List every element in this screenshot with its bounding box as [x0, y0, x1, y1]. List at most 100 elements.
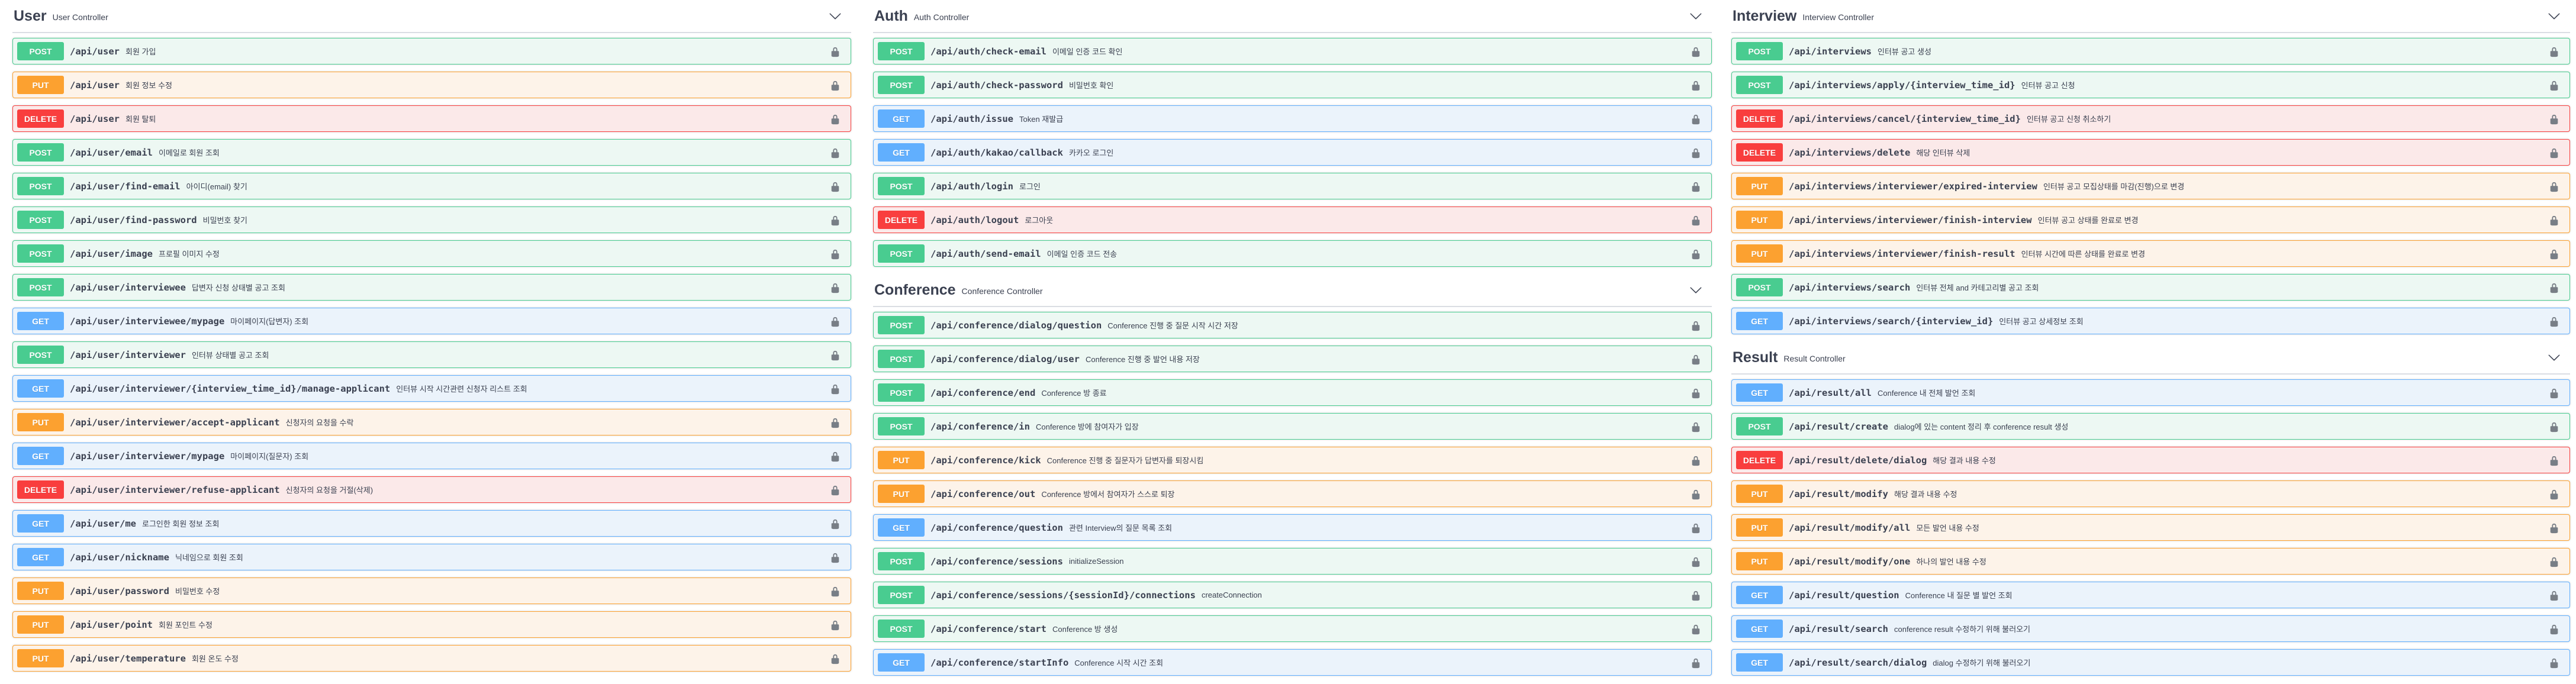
method-badge[interactable]: PUT: [17, 615, 64, 634]
method-badge[interactable]: POST: [878, 586, 925, 604]
endpoint-row-put[interactable]: PUT/api/interviews/interviewer/expired-i…: [1731, 173, 2570, 199]
endpoint-path[interactable]: /api/user: [70, 114, 120, 124]
method-badge[interactable]: POST: [17, 42, 64, 60]
method-badge[interactable]: POST: [878, 76, 925, 94]
endpoint-row-post[interactable]: POST/api/interviews/apply/{interview_tim…: [1731, 72, 2570, 98]
lock-icon[interactable]: [1690, 556, 1701, 568]
endpoint-row-post[interactable]: POST/api/conference/dialog/question Confe…: [873, 312, 1712, 338]
endpoint-row-put[interactable]: PUT/api/user/point 회원 포인트 수정: [12, 611, 851, 638]
lock-icon[interactable]: [2549, 147, 2559, 159]
endpoint-path[interactable]: /api/result/question: [1789, 590, 1899, 601]
lock-icon[interactable]: [2549, 181, 2559, 193]
chevron-down-icon[interactable]: [829, 9, 842, 22]
lock-icon[interactable]: [1690, 181, 1701, 193]
method-badge[interactable]: PUT: [1736, 177, 1783, 195]
endpoint-path[interactable]: /api/result/create: [1789, 421, 1888, 432]
endpoint-path[interactable]: /api/interviews/search: [1789, 282, 1910, 293]
endpoint-path[interactable]: /api/result/modify/one: [1789, 556, 1910, 567]
endpoint-row-post[interactable]: POST/api/conference/dialog/user Conferenc…: [873, 346, 1712, 372]
endpoint-path[interactable]: /api/conference/end: [930, 388, 1035, 398]
section-header-result[interactable]: Result Result Controller: [1731, 341, 2570, 375]
endpoint-row-post[interactable]: POST/api/user/find-password 비밀번호 찾기: [12, 207, 851, 233]
endpoint-path[interactable]: /api/conference/sessions/{sessionId}/con…: [930, 590, 1196, 601]
lock-icon[interactable]: [1690, 114, 1701, 125]
lock-icon[interactable]: [1690, 421, 1701, 433]
endpoint-path[interactable]: /api/user/image: [70, 249, 153, 259]
section-header-conference[interactable]: Conference Conference Controller: [873, 274, 1712, 307]
method-badge[interactable]: POST: [1736, 417, 1783, 435]
lock-icon[interactable]: [2549, 114, 2559, 125]
endpoint-path[interactable]: /api/user/interviewer/refuse-applicant: [70, 485, 280, 495]
lock-icon[interactable]: [2549, 455, 2559, 467]
endpoint-row-post[interactable]: POST/api/conference/sessions initializeSe…: [873, 548, 1712, 575]
endpoint-path[interactable]: /api/conference/out: [930, 489, 1035, 499]
endpoint-row-delete[interactable]: DELETE/api/user 회원 탈퇴: [12, 105, 851, 132]
method-badge[interactable]: PUT: [1736, 244, 1783, 263]
method-badge[interactable]: PUT: [17, 582, 64, 600]
lock-icon[interactable]: [830, 552, 841, 564]
endpoint-path[interactable]: /api/auth/issue: [930, 114, 1013, 124]
endpoint-path[interactable]: /api/conference/sessions: [930, 556, 1063, 567]
endpoint-row-get[interactable]: GET/api/conference/startInfo Conference 시…: [873, 649, 1712, 676]
lock-icon[interactable]: [1690, 80, 1701, 92]
method-badge[interactable]: PUT: [878, 451, 925, 469]
endpoint-row-put[interactable]: PUT/api/result/modify 해당 결과 내용 수정: [1731, 480, 2570, 507]
endpoint-row-post[interactable]: POST/api/user/image 프로필 이미지 수정: [12, 240, 851, 267]
method-badge[interactable]: POST: [878, 244, 925, 263]
method-badge[interactable]: PUT: [1736, 518, 1783, 537]
endpoint-path[interactable]: /api/result/modify: [1789, 489, 1888, 499]
lock-icon[interactable]: [830, 282, 841, 294]
method-badge[interactable]: POST: [878, 177, 925, 195]
endpoint-path[interactable]: /api/user/interviewer: [70, 350, 186, 360]
chevron-down-icon[interactable]: [1689, 9, 1702, 22]
lock-icon[interactable]: [1690, 354, 1701, 366]
method-badge[interactable]: POST: [17, 346, 64, 364]
endpoint-row-post[interactable]: POST/api/conference/in Conference 방에 참여자가…: [873, 413, 1712, 440]
method-badge[interactable]: PUT: [1736, 211, 1783, 229]
lock-icon[interactable]: [2549, 421, 2559, 433]
lock-icon[interactable]: [1690, 624, 1701, 635]
lock-icon[interactable]: [1690, 147, 1701, 159]
section-header-user[interactable]: User User Controller: [12, 0, 851, 33]
method-badge[interactable]: POST: [17, 278, 64, 296]
method-badge[interactable]: DELETE: [1736, 109, 1783, 128]
lock-icon[interactable]: [830, 46, 841, 58]
endpoint-row-put[interactable]: PUT/api/user/interviewer/accept-applican…: [12, 409, 851, 435]
endpoint-row-put[interactable]: PUT/api/result/modify/all 모든 발언 내용 수정: [1731, 514, 2570, 541]
endpoint-path[interactable]: /api/user/me: [70, 518, 136, 529]
endpoint-row-get[interactable]: GET/api/conference/question 관련 Interview의…: [873, 514, 1712, 541]
endpoint-row-get[interactable]: GET/api/auth/kakao/callback 카카오 로그인: [873, 139, 1712, 166]
endpoint-row-get[interactable]: GET/api/user/interviewer/{interview_time…: [12, 375, 851, 402]
lock-icon[interactable]: [1690, 215, 1701, 227]
lock-icon[interactable]: [830, 316, 841, 328]
method-badge[interactable]: POST: [878, 316, 925, 334]
method-badge[interactable]: PUT: [17, 76, 64, 94]
endpoint-path[interactable]: /api/conference/startInfo: [930, 657, 1068, 668]
endpoint-path[interactable]: /api/user/find-password: [70, 215, 197, 225]
lock-icon[interactable]: [1690, 388, 1701, 399]
endpoint-path[interactable]: /api/conference/question: [930, 522, 1063, 533]
lock-icon[interactable]: [2549, 657, 2559, 669]
method-badge[interactable]: POST: [1736, 42, 1783, 60]
endpoint-path[interactable]: /api/user/point: [70, 620, 153, 630]
method-badge[interactable]: PUT: [1736, 485, 1783, 503]
method-badge[interactable]: POST: [17, 244, 64, 263]
endpoint-path[interactable]: /api/user/interviewer/mypage: [70, 451, 224, 462]
lock-icon[interactable]: [2549, 556, 2559, 568]
endpoint-path[interactable]: /api/conference/kick: [930, 455, 1041, 466]
endpoint-row-put[interactable]: PUT/api/conference/out Conference 방에서 참여자…: [873, 480, 1712, 507]
endpoint-path[interactable]: /api/user/temperature: [70, 653, 186, 664]
lock-icon[interactable]: [830, 215, 841, 227]
endpoint-path[interactable]: /api/result/delete/dialog: [1789, 455, 1927, 466]
endpoint-row-get[interactable]: GET/api/user/me 로그인한 회원 정보 조회: [12, 510, 851, 537]
endpoint-path[interactable]: /api/user: [70, 80, 120, 91]
lock-icon[interactable]: [2549, 282, 2559, 294]
endpoint-row-post[interactable]: POST/api/user 회원 가입: [12, 38, 851, 64]
endpoint-row-post[interactable]: POST/api/conference/sessions/{sessionId}…: [873, 582, 1712, 608]
method-badge[interactable]: POST: [878, 552, 925, 570]
lock-icon[interactable]: [1690, 489, 1701, 501]
endpoint-row-post[interactable]: POST/api/conference/start Conference 방 생성: [873, 615, 1712, 642]
endpoint-row-post[interactable]: POST/api/user/email 이메일로 회원 조회: [12, 139, 851, 166]
method-badge[interactable]: POST: [878, 620, 925, 638]
endpoint-path[interactable]: /api/user/interviewer/accept-applicant: [70, 417, 280, 428]
